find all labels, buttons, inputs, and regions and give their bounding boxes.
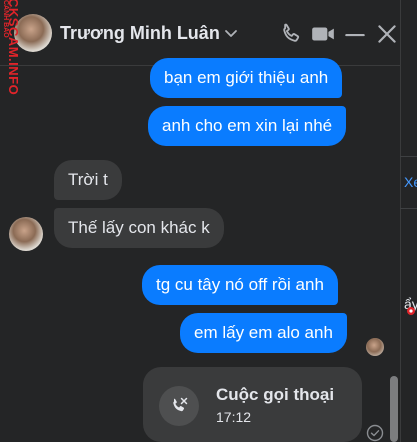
background-text: Xe bbox=[404, 174, 417, 190]
chat-header: Trương Minh Luân bbox=[0, 0, 400, 66]
minimize-button[interactable] bbox=[342, 21, 368, 47]
message-bubble-incoming[interactable]: Thế lấy con khác k bbox=[54, 208, 224, 248]
message-bubble-outgoing[interactable]: bạn em giới thiệu anh bbox=[150, 58, 343, 98]
chat-window: Trương Minh Luân CẢNH BÁO CKSCAM.INFO bạ… bbox=[0, 0, 400, 442]
background-panel bbox=[400, 0, 417, 442]
close-button[interactable] bbox=[374, 21, 400, 47]
watermark: CẢNH BÁO CKSCAM.INFO bbox=[2, 0, 21, 130]
call-title: Cuộc gọi thoại bbox=[216, 385, 335, 404]
message-bubble-outgoing[interactable]: em lấy em alo anh bbox=[180, 313, 347, 353]
phone-icon bbox=[283, 23, 300, 42]
sender-avatar[interactable] bbox=[9, 217, 43, 251]
divider bbox=[400, 208, 417, 209]
call-icon-circle bbox=[159, 386, 199, 426]
video-call-button[interactable] bbox=[310, 21, 336, 47]
watermark-text: CKSCAM.INFO bbox=[6, 0, 21, 96]
sent-check-icon bbox=[366, 424, 384, 442]
video-icon bbox=[312, 27, 334, 41]
message-bubble-outgoing[interactable]: tg cu tây nó off rồi anh bbox=[142, 265, 338, 305]
message-bubble-incoming[interactable]: Trời t bbox=[54, 160, 122, 200]
divider bbox=[400, 156, 417, 157]
chevron-down-icon[interactable] bbox=[222, 24, 240, 42]
scrollbar-thumb[interactable] bbox=[390, 376, 398, 442]
close-icon bbox=[378, 25, 396, 43]
seen-avatar bbox=[366, 338, 384, 356]
missed-call-icon bbox=[173, 397, 188, 412]
message-bubble-outgoing[interactable]: anh cho em xin lại nhé bbox=[148, 106, 347, 146]
location-icon bbox=[407, 307, 415, 315]
call-card[interactable]: Cuộc gọi thoại 17:12 bbox=[143, 367, 362, 442]
minimize-icon bbox=[345, 33, 365, 37]
phone-button[interactable] bbox=[278, 21, 304, 47]
call-time: 17:12 bbox=[216, 409, 252, 425]
contact-name[interactable]: Trương Minh Luân bbox=[60, 23, 220, 44]
